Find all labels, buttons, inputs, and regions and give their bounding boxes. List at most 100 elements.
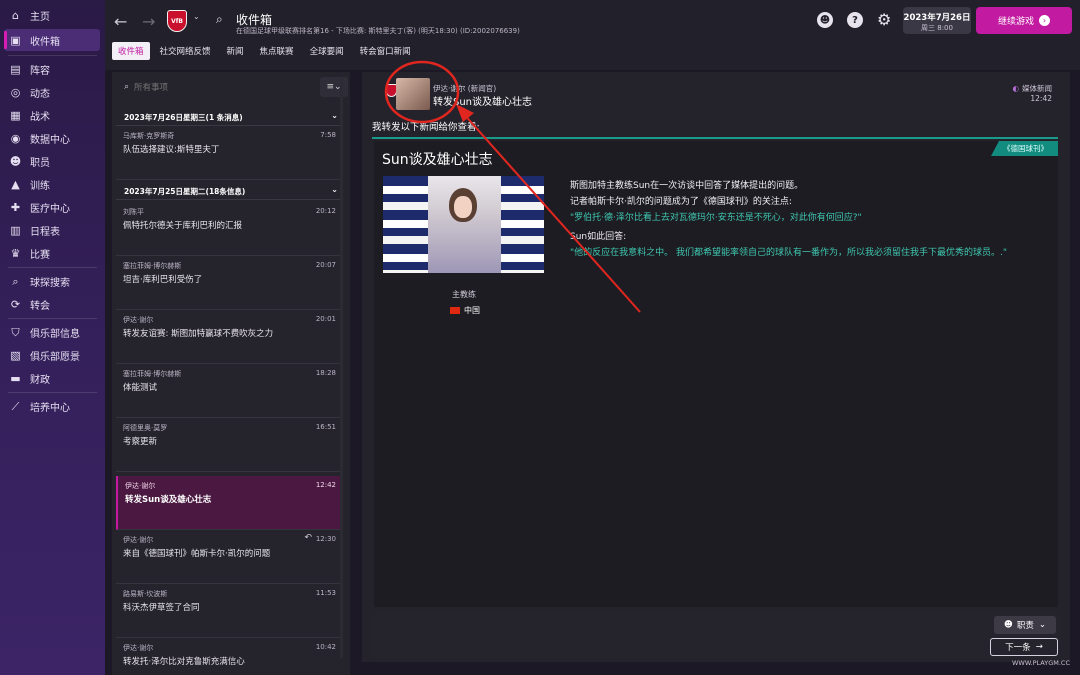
message-sender: 刘陈平 bbox=[123, 208, 144, 216]
current-date: 2023年7月26日 bbox=[903, 13, 971, 23]
sidebar-item-tactics[interactable]: ▦ 战术 bbox=[0, 104, 105, 127]
message-sender: 阿德里奥·莫罗 bbox=[123, 424, 168, 432]
back-arrow-icon[interactable]: ← bbox=[114, 12, 127, 31]
sidebar-divider bbox=[8, 267, 97, 268]
search-input[interactable] bbox=[134, 79, 304, 97]
article-line: "他的反应在我意料之中。 我们都希望能率领自己的球队有一番作为，所以我必须留住我… bbox=[570, 248, 1008, 258]
help-icon[interactable]: ? bbox=[847, 12, 863, 28]
sidebar-item-label: 球探搜索 bbox=[30, 278, 70, 289]
tab-2[interactable]: 新闻 bbox=[221, 42, 250, 60]
tab-3[interactable]: 焦点联赛 bbox=[254, 42, 300, 60]
club-switch-chevron-icon[interactable]: ⌄ bbox=[193, 12, 200, 21]
message-list-panel: ⌕ ≡⌄ 2023年7月26日星期三(1 条消息)⌄2023年7月25日星期二(… bbox=[112, 72, 350, 675]
sidebar-item-staff[interactable]: ☻ 职员 bbox=[0, 150, 105, 173]
sidebar-item-calendar[interactable]: ▥ 日程表 bbox=[0, 219, 105, 242]
list-scrollbar[interactable] bbox=[340, 78, 343, 658]
message-row[interactable]: 伊达·谢尔 20:01 转发友谊赛: 斯图加特赢球不费吹灰之力 bbox=[116, 310, 340, 364]
sidebar-divider bbox=[8, 55, 97, 56]
trophy-icon: ♛ bbox=[10, 247, 21, 260]
sidebar-item-home[interactable]: ⌂ 主页 bbox=[0, 4, 105, 27]
manager-nation[interactable]: 中国 bbox=[450, 305, 480, 316]
forward-arrow-icon[interactable]: → bbox=[142, 12, 155, 31]
message-row[interactable]: 伊达·谢尔 12:30 来自《德国球刊》帕斯卡尔·凯尔的问题 ↶ bbox=[116, 530, 340, 584]
nation-label: 中国 bbox=[464, 306, 480, 315]
settings-gear-icon[interactable]: ⚙ bbox=[877, 10, 891, 29]
home-icon: ⌂ bbox=[12, 9, 19, 22]
message-row[interactable]: 伊达·谢尔 10:42 转发托·泽尔比对克鲁斯充满信心 bbox=[116, 638, 340, 675]
sender-avatar[interactable] bbox=[396, 78, 430, 110]
sidebar-item-label: 俱乐部愿景 bbox=[30, 352, 80, 363]
shirt-icon: ▤ bbox=[10, 63, 21, 76]
sidebar-item-inbox[interactable]: ▣ 收件箱 bbox=[4, 29, 100, 51]
message-row[interactable]: 塞拉菲姆·博尔赫斯 18:28 体能测试 bbox=[116, 364, 340, 418]
date-display[interactable]: 2023年7月26日 周三 8:00 bbox=[903, 7, 971, 34]
sidebar-item-medical[interactable]: ✚ 医疗中心 bbox=[0, 196, 105, 219]
date-group-header[interactable]: 2023年7月25日星期二(18条信息) ⌄ bbox=[116, 182, 342, 200]
manager-photo[interactable] bbox=[383, 176, 544, 273]
finance-icon: ▬ bbox=[10, 372, 21, 385]
reply-icon: ↶ bbox=[304, 533, 312, 543]
date-group-header[interactable]: 2023年7月26日星期三(1 条消息) ⌄ bbox=[116, 108, 342, 126]
transfer-icon: ⟳ bbox=[10, 298, 21, 311]
news-title: Sun谈及雄心壮志 bbox=[382, 152, 493, 168]
continue-game-label: 继续游戏 bbox=[997, 17, 1034, 27]
message-subject: 转发友谊赛: 斯图加特赢球不费吹灰之力 bbox=[123, 329, 274, 339]
forward-intro: 我转发以下新闻给你查看: bbox=[372, 122, 480, 133]
page-subtitle: 在德国足球甲级联赛排名第16 - 下场比赛: 斯特里夫丁(客) (明天18:30… bbox=[236, 27, 520, 35]
message-subject: 考察更新 bbox=[123, 437, 158, 447]
media-tag-icon: ◐ bbox=[1012, 84, 1019, 93]
continue-game-button[interactable]: 继续游戏 › bbox=[976, 7, 1072, 34]
sidebar-item-shield[interactable]: ⛉ 俱乐部信息 bbox=[0, 321, 105, 344]
article-line: 记者帕斯卡尔·凯尔的问题成为了《德国球刊》的关注点: bbox=[570, 197, 792, 207]
message-row[interactable]: 塞拉菲姆·博尔赫斯 20:07 坦吉·库利巴利受伤了 bbox=[116, 256, 340, 310]
sidebar-item-shirt[interactable]: ▤ 阵容 bbox=[0, 58, 105, 81]
face-icon[interactable]: ☻ bbox=[817, 12, 833, 28]
tab-5[interactable]: 转会窗口新闻 bbox=[354, 42, 417, 60]
filter-menu-button[interactable]: ≡⌄ bbox=[320, 77, 348, 97]
data-icon: ◉ bbox=[10, 132, 21, 145]
tab-4[interactable]: 全球要闻 bbox=[304, 42, 350, 60]
watermark: WWW.PLAYGM.CC bbox=[1012, 659, 1070, 667]
sidebar-item-label: 动态 bbox=[30, 89, 50, 100]
sidebar-item-development[interactable]: ⟋ 培养中心 bbox=[0, 395, 105, 418]
sidebar-item-finance[interactable]: ▬ 财政 bbox=[0, 367, 105, 390]
message-sender: 伊达·谢尔 bbox=[123, 644, 154, 652]
sidebar-item-trophy[interactable]: ♛ 比赛 bbox=[0, 242, 105, 265]
vision-icon: ▧ bbox=[10, 349, 21, 362]
sidebar-item-vision[interactable]: ▧ 俱乐部愿景 bbox=[0, 344, 105, 367]
sidebar-item-transfer[interactable]: ⟳ 转会 bbox=[0, 293, 105, 316]
tab-0[interactable]: 收件箱 bbox=[112, 42, 150, 60]
staff-icon: ☻ bbox=[9, 155, 22, 168]
message-sender: 塞拉菲姆·博尔赫斯 bbox=[123, 370, 182, 378]
divider bbox=[372, 137, 1058, 139]
message-row[interactable]: 路易斯·坎波斯 11:53 科沃杰伊草签了合同 bbox=[116, 584, 340, 638]
tab-1[interactable]: 社交网络反馈 bbox=[154, 42, 217, 60]
message-subject: 坦吉·库利巴利受伤了 bbox=[123, 275, 203, 285]
sidebar-divider bbox=[8, 318, 97, 319]
article-line: Sun如此回答: bbox=[570, 232, 627, 242]
duty-button[interactable]: ☻ 职责 ⌄ bbox=[994, 616, 1056, 634]
message-row[interactable]: 马库斯·克罗斯奇 7:58 队伍选择建议:斯特里夫丁 bbox=[116, 126, 340, 180]
message-sender: 路易斯·坎波斯 bbox=[123, 590, 168, 598]
sponsor-wall-right bbox=[499, 176, 544, 273]
shield-icon: ⛉ bbox=[11, 325, 20, 339]
bottom-action-bar bbox=[372, 612, 1060, 658]
sidebar-item-scout[interactable]: ⌕ 球探搜索 bbox=[0, 270, 105, 293]
message-row[interactable]: 阿德里奥·莫罗 16:51 考察更新 bbox=[116, 418, 340, 472]
scout-icon: ⌕ bbox=[12, 274, 19, 288]
message-row[interactable]: 伊达·谢尔 12:42 转发Sun谈及雄心壮志 bbox=[116, 476, 340, 530]
sidebar-item-label: 数据中心 bbox=[30, 135, 70, 146]
sidebar-item-training[interactable]: ▲ 训练 bbox=[0, 173, 105, 196]
message-time: 12:42 bbox=[315, 481, 336, 489]
message-row[interactable]: 刘陈平 20:12 佩特托尔德关于库利巴利的汇报 bbox=[116, 202, 340, 256]
sidebar-item-data[interactable]: ◉ 数据中心 bbox=[0, 127, 105, 150]
chevron-down-icon: ⌄ bbox=[331, 111, 338, 120]
message-detail-panel: 伊达·谢尔 (新闻官) 转发Sun谈及雄心壮志 ◐ 媒体新闻 12:42 我转发以… bbox=[362, 72, 1070, 662]
sidebar-item-label: 培养中心 bbox=[30, 403, 70, 414]
sidebar-item-pulse[interactable]: ◎ 动态 bbox=[0, 81, 105, 104]
tactics-icon: ▦ bbox=[10, 109, 21, 122]
club-badge-icon[interactable]: VfB bbox=[167, 10, 187, 32]
message-time: 20:12 bbox=[315, 207, 336, 215]
search-icon[interactable]: ⌕ bbox=[216, 12, 223, 27]
next-message-button[interactable]: 下一条 → bbox=[990, 638, 1058, 656]
